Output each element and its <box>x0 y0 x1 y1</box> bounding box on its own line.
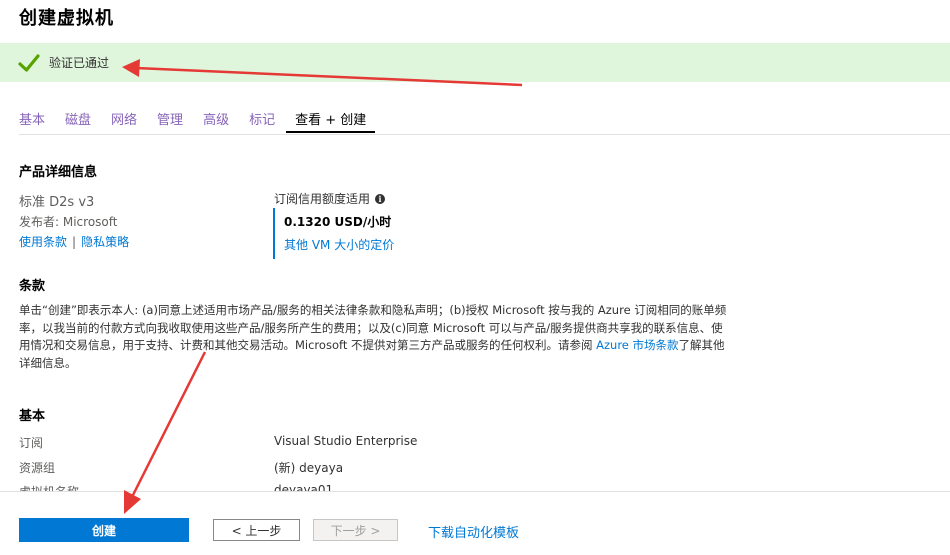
arrow-to-create-button <box>124 351 207 514</box>
validation-text: 验证已通过 <box>49 56 110 70</box>
privacy-policy-link[interactable]: 隐私策略 <box>81 235 129 249</box>
publisher-text: 发布者: Microsoft <box>19 215 118 229</box>
price-value: 0.1320 USD/小时 <box>284 215 392 229</box>
tab-tags[interactable]: 标记 <box>249 106 275 130</box>
tab-bar: 基本 磁盘 网络 管理 高级 标记 查看 + 创建 <box>19 106 950 135</box>
download-template-link[interactable]: 下载自动化模板 <box>428 522 519 541</box>
create-button[interactable]: 创建 <box>19 518 189 542</box>
terms-heading: 条款 <box>19 279 46 294</box>
tab-networking[interactable]: 网络 <box>111 106 137 130</box>
validation-banner: 验证已通过 <box>0 43 950 82</box>
subscription-value: Visual Studio Enterprise <box>274 434 418 448</box>
tab-management[interactable]: 管理 <box>157 106 183 130</box>
azure-marketplace-terms-link[interactable]: Azure 市场条款 <box>596 338 678 352</box>
previous-button[interactable]: < 上一步 <box>213 519 300 541</box>
tab-basics[interactable]: 基本 <box>19 106 45 130</box>
tab-advanced[interactable]: 高级 <box>203 106 229 130</box>
pricing-label-text: 订阅信用额度适用 <box>274 192 371 206</box>
next-button: 下一步 > <box>313 519 398 541</box>
terms-of-use-link[interactable]: 使用条款 <box>19 235 67 249</box>
annotation-arrows <box>122 59 523 514</box>
product-links: 使用条款 | 隐私策略 <box>19 233 129 250</box>
product-name: 标准 D2s v3 <box>19 195 95 210</box>
pricing-box: 0.1320 USD/小时 其他 VM 大小的定价 <box>273 208 394 259</box>
resource-group-label: 资源组 <box>19 461 56 475</box>
tab-review-create[interactable]: 查看 + 创建 <box>286 106 376 133</box>
other-vm-pricing-link[interactable]: 其他 VM 大小的定价 <box>284 236 394 253</box>
basics-heading: 基本 <box>19 409 46 424</box>
subscription-label: 订阅 <box>19 436 44 450</box>
link-separator: | <box>72 235 77 249</box>
product-details-heading: 产品详细信息 <box>19 165 98 180</box>
terms-paragraph: 单击“创建”即表示本人: (a)同意上述适用市场产品/服务的相关法律条款和隐私声… <box>19 302 731 372</box>
pricing-label: 订阅信用额度适用 i <box>274 190 386 207</box>
info-icon[interactable]: i <box>375 193 386 204</box>
tab-disks[interactable]: 磁盘 <box>65 106 91 130</box>
page-title: 创建虚拟机 <box>19 8 114 29</box>
checkmark-icon <box>18 53 40 72</box>
footer-bar: 创建 < 上一步 下一步 > 下载自动化模板 <box>0 491 950 555</box>
resource-group-value: (新) deyaya <box>274 461 344 475</box>
